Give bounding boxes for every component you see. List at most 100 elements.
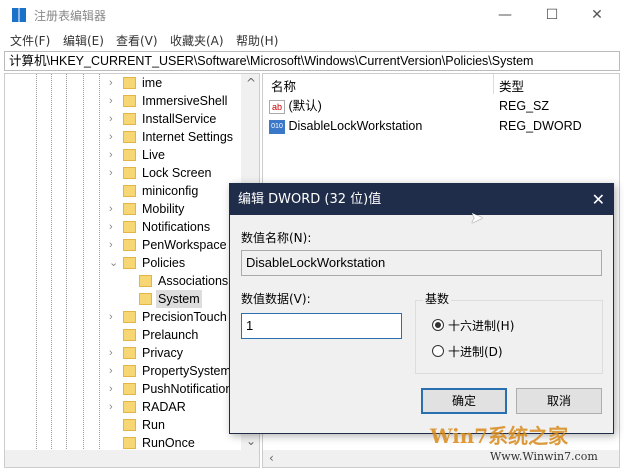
tree-item-label: PushNotification [142,382,233,396]
mouse-cursor-icon: ➤ [470,208,484,227]
folder-icon [123,365,136,377]
expand-chevron-icon[interactable]: › [109,380,119,398]
folder-icon [123,203,136,215]
close-button[interactable]: ✕ [582,4,612,26]
tree-item-label: System [156,290,202,308]
expand-chevron-icon[interactable]: ⌄ [109,254,119,272]
column-header-type[interactable]: 类型 [499,76,524,95]
tree-item-label: PenWorkspace [142,238,227,252]
expand-chevron-icon[interactable]: › [109,74,119,92]
expand-chevron-icon[interactable]: › [109,398,119,416]
tree-item[interactable]: › PenWorkspace [5,236,237,254]
tree-item[interactable]: Run [5,416,237,434]
value-name: DisableLockWorkstation [288,119,423,133]
tree-horizontal-scrollbar[interactable] [5,450,259,467]
minimize-button[interactable]: — [490,4,520,26]
tree-item-label: Lock Screen [142,166,212,180]
value-name-field: DisableLockWorkstation [241,250,602,276]
tree-item-label: Live [142,148,165,162]
decimal-radio[interactable] [432,345,444,357]
tree-item[interactable]: › InstallService [5,110,237,128]
tree-item-label: Prelaunch [142,328,199,342]
watermark-url: Www.Winwin7.com [490,450,598,463]
tree-item[interactable]: ⌄ Policies [5,254,237,272]
folder-icon [123,311,136,323]
expand-chevron-icon[interactable]: › [109,164,119,182]
dialog-close-button[interactable]: ✕ [592,184,605,215]
tree-item[interactable]: › PushNotification [5,380,237,398]
tree-item[interactable]: › PrecisionTouch [5,308,237,326]
hex-radio[interactable] [432,319,444,331]
expand-chevron-icon[interactable]: › [109,200,119,218]
tree-item[interactable]: › Internet Settings [5,128,237,146]
address-bar[interactable]: 计算机\HKEY_CURRENT_USER\Software\Microsoft… [4,51,620,71]
tree-item[interactable]: Prelaunch [5,326,237,344]
tree-item-label: Run [142,418,165,432]
hex-label[interactable]: 十六进制(H) [448,317,514,334]
tree-item[interactable]: › Lock Screen [5,164,237,182]
folder-icon [123,185,136,197]
tree-item[interactable]: › Notifications [5,218,237,236]
expand-chevron-icon[interactable]: › [109,92,119,110]
menu-help[interactable]: 帮助(H) [236,32,278,49]
regedit-icon [12,8,26,22]
tree-item-label: InstallService [142,112,217,126]
maximize-button[interactable]: ☐ [537,4,567,26]
tree-panel: › ime › ImmersiveShell › InstallService › Inter… [4,73,260,468]
value-name: (默认) [288,99,322,113]
cancel-button[interactable]: 取消 [516,388,602,414]
tree-item-label: Privacy [142,346,183,360]
tree-item[interactable]: › ime [5,74,237,92]
tree-item[interactable]: › PropertySystem [5,362,237,380]
folder-icon [123,437,136,449]
tree-item-label: Mobility [142,202,185,216]
tree-item[interactable]: › Live [5,146,237,164]
expand-chevron-icon[interactable]: › [109,236,119,254]
tree-item[interactable]: › ImmersiveShell [5,92,237,110]
expand-chevron-icon[interactable]: › [109,362,119,380]
value-data-input[interactable]: 1 [241,313,402,339]
folder-icon [123,149,136,161]
watermark-logo: Win7系统之家 [430,424,569,448]
folder-icon [123,239,136,251]
expand-chevron-icon[interactable]: › [109,146,119,164]
folder-icon [123,113,136,125]
base-group [415,300,603,374]
tree-item-label: PropertySystem [142,364,231,378]
tree-item[interactable]: › RADAR [5,398,237,416]
list-row[interactable]: ab (默认) REG_SZ [269,97,609,115]
ok-button[interactable]: 确定 [421,388,507,414]
tree-item[interactable]: › Privacy [5,344,237,362]
tree-item[interactable]: Associations [5,272,237,290]
tree-item-label: Notifications [142,220,211,234]
folder-icon [123,257,136,269]
list-row[interactable]: 010 DisableLockWorkstation REG_DWORD [269,117,609,135]
folder-icon [123,401,136,413]
title-bar: 注册表编辑器 — ☐ ✕ [0,0,624,30]
value-name-label: 数值名称(N): [241,231,312,245]
expand-chevron-icon[interactable]: › [109,218,119,236]
tree-item-label: ime [142,76,163,90]
tree-item[interactable]: miniconfig [5,182,237,200]
menu-favorites[interactable]: 收藏夹(A) [170,32,224,49]
expand-chevron-icon[interactable]: › [109,128,119,146]
decimal-label[interactable]: 十进制(D) [448,343,503,360]
tree-item-label: PrecisionTouch [142,310,227,324]
expand-chevron-icon[interactable]: › [109,344,119,362]
dialog-title: 编辑 DWORD (32 位)值 [230,184,613,215]
expand-chevron-icon[interactable]: › [109,308,119,326]
folder-icon [123,221,136,233]
column-header-name[interactable]: 名称 [271,76,296,95]
expand-chevron-icon[interactable]: › [109,110,119,128]
menu-view[interactable]: 查看(V) [116,32,158,49]
folder-icon [123,347,136,359]
value-type: REG_SZ [499,99,550,113]
folder-icon [139,293,152,305]
base-label: 基数 [423,290,452,307]
menu-file[interactable]: 文件(F) [10,32,50,49]
folder-icon [123,383,136,395]
menu-edit[interactable]: 编辑(E) [63,32,104,49]
tree-item[interactable]: › Mobility [5,200,237,218]
string-value-icon: ab [269,99,285,114]
tree-item[interactable]: System [5,290,237,308]
